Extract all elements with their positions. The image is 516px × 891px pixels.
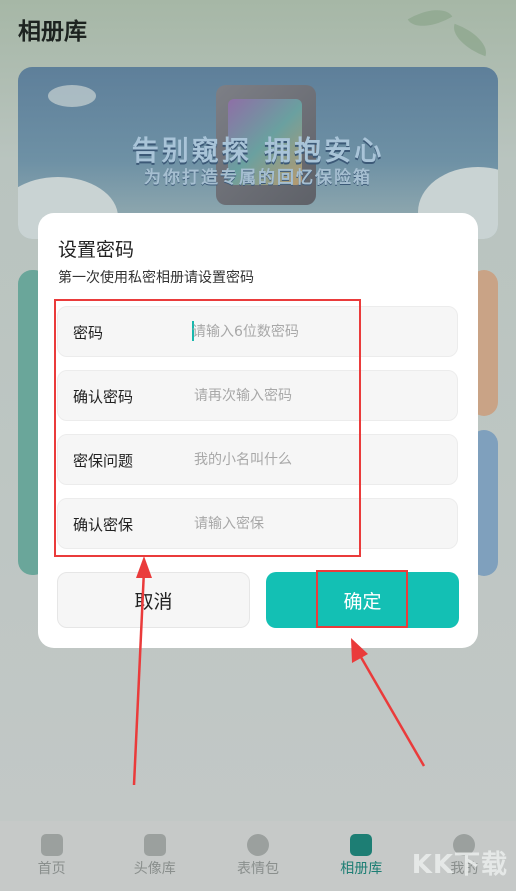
annotation-box-fields [54,299,361,557]
cancel-button[interactable]: 取消 [57,572,250,628]
emoji-icon [247,834,269,856]
leaf-decoration [407,0,453,37]
leaf-decoration [447,23,493,57]
tab-label: 表情包 [237,861,279,877]
tab-label: 首页 [37,861,66,877]
tab-home[interactable]: 首页 [0,821,103,891]
dialog-title: 设置密码 [58,239,135,261]
album-icon [350,834,373,856]
dialog-subtitle: 第一次使用私密相册请设置密码 [58,270,254,286]
page-title: 相册库 [18,19,87,45]
tab-avatar-library[interactable]: 头像库 [103,821,206,891]
tab-emoji[interactable]: 表情包 [206,821,309,891]
cloud-decoration [48,85,96,107]
annotation-box-confirm [316,570,408,628]
banner-subtitle: 为你打造专属的回忆保险箱 [144,168,372,188]
tab-label: 相册库 [340,861,383,877]
tab-album-library[interactable]: 相册库 [310,821,413,891]
avatar-icon [143,834,166,856]
home-icon [40,834,63,856]
watermark: KK下载 [411,850,508,880]
tab-label: 头像库 [133,861,176,877]
